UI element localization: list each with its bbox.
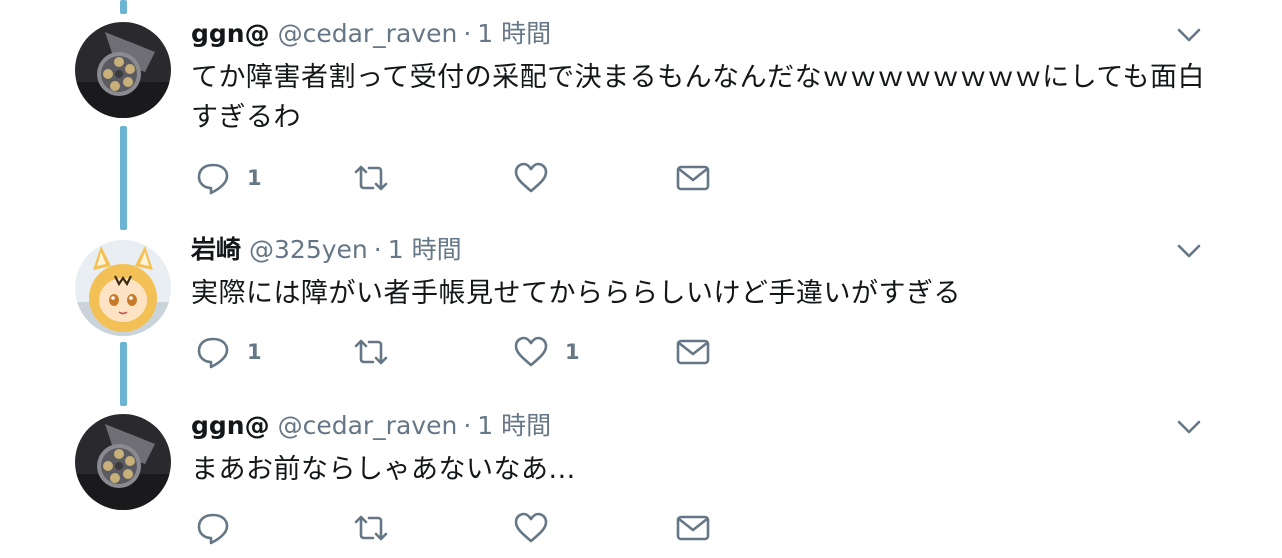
tweet[interactable]: ggn@ @cedar_raven · 1 時間 まあお前ならしゃあないなあ... [0,408,1282,558]
separator-dot: · [463,411,472,440]
reply-icon [197,163,229,195]
separator-dot: · [463,19,472,48]
like-button[interactable] [513,158,549,198]
avatar[interactable] [75,22,171,118]
avatar[interactable] [75,414,171,510]
reply-count: 1 [247,166,262,190]
like-count: 1 [565,340,580,364]
user-handle[interactable]: @cedar_raven [278,19,458,48]
reply-button[interactable]: 1 [195,332,262,372]
thread-line [120,0,127,14]
envelope-icon [676,515,710,541]
retweet-icon [354,339,388,365]
reply-button[interactable]: 1 [195,158,262,198]
revolver-avatar-icon [75,414,171,510]
message-button[interactable] [675,158,711,198]
tweet-text: てか障害者割って受付の采配で決まるもんなんだなｗｗｗｗｗｗｗｗにしても面白すぎる… [191,62,1205,133]
tweet-header: 岩崎 @325yen · 1 時間 [191,232,462,268]
like-button[interactable] [513,508,549,548]
like-button[interactable]: 1 [513,332,580,372]
display-name[interactable]: ggn@ [191,19,270,48]
tweet[interactable]: ggn@ @cedar_raven · 1 時間 てか障害者割って受付の采配で決まるも… [0,16,1282,216]
timestamp[interactable]: 1 時間 [388,235,462,264]
retweet-button[interactable] [353,332,389,372]
tweet[interactable]: 岩崎 @325yen · 1 時間 実際には障がい者手帳見せてからららしいけど手違いが… [0,232,1282,382]
separator-dot: · [373,235,382,264]
user-handle[interactable]: @cedar_raven [278,411,458,440]
heart-icon [514,512,548,543]
retweet-icon [354,165,388,191]
user-handle[interactable]: @325yen [249,235,368,264]
chevron-down-icon[interactable] [1176,242,1202,260]
revolver-avatar-icon [75,22,171,118]
envelope-icon [676,165,710,191]
tweet-text: 実際には障がい者手帳見せてからららしいけど手違いがすぎる [191,278,961,309]
anime-girl-avatar-icon [75,240,171,336]
chevron-down-icon[interactable] [1176,26,1202,44]
heart-icon [514,336,548,367]
retweet-button[interactable] [353,158,389,198]
message-button[interactable] [675,508,711,548]
heart-icon [514,162,548,193]
display-name[interactable]: 岩崎 [191,235,241,264]
chevron-down-icon[interactable] [1176,418,1202,436]
display-name[interactable]: ggn@ [191,411,270,440]
retweet-button[interactable] [353,508,389,548]
tweet-text: まあお前ならしゃあないなあ... [191,454,576,485]
timestamp[interactable]: 1 時間 [477,411,551,440]
reply-icon [197,337,229,369]
reply-button[interactable] [195,508,231,548]
avatar[interactable] [75,240,171,336]
reply-icon [197,513,229,545]
timestamp[interactable]: 1 時間 [477,19,551,48]
tweet-header: ggn@ @cedar_raven · 1 時間 [191,16,551,52]
reply-count: 1 [247,340,262,364]
tweet-header: ggn@ @cedar_raven · 1 時間 [191,408,551,444]
message-button[interactable] [675,332,711,372]
envelope-icon [676,339,710,365]
retweet-icon [354,515,388,541]
